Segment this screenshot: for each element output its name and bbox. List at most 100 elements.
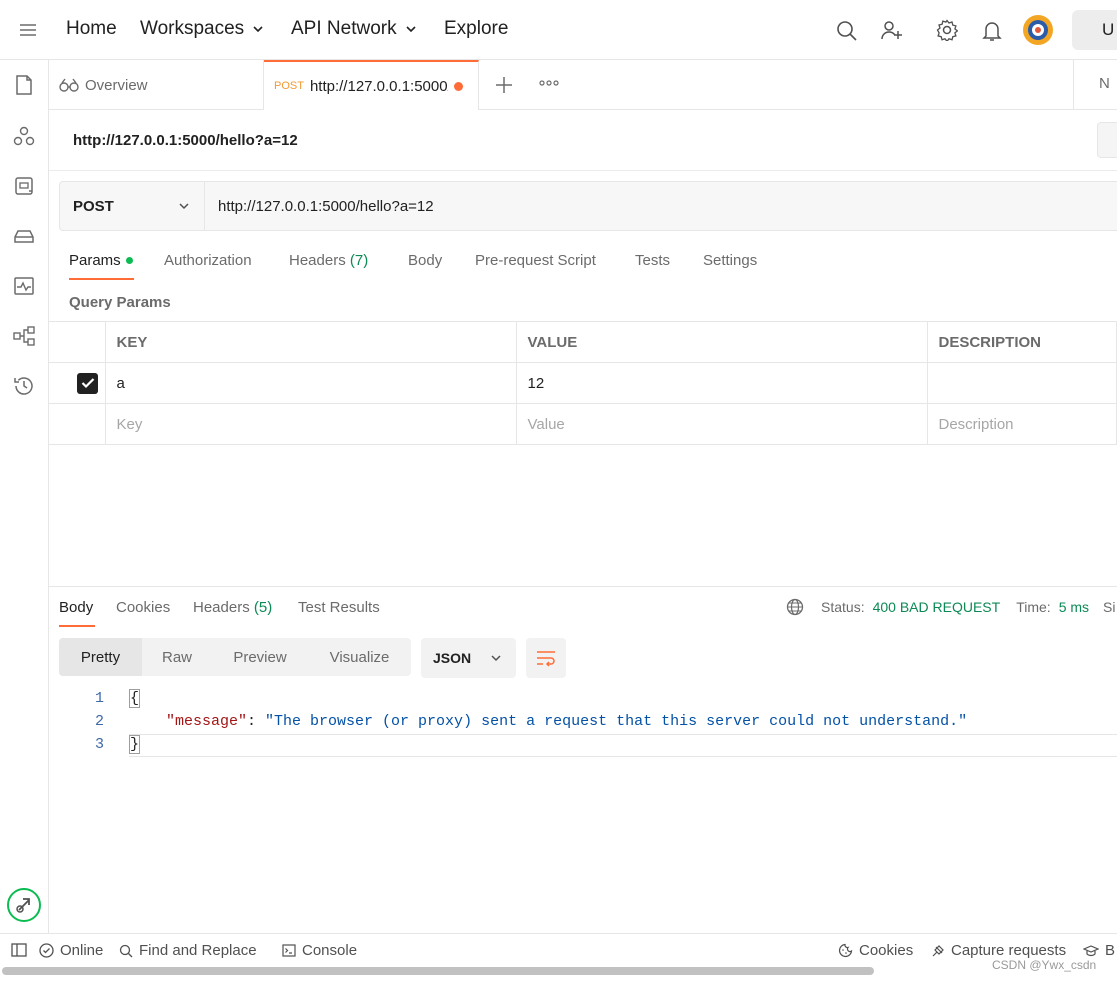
online-status[interactable]: Online bbox=[39, 942, 103, 959]
tab-request-url: http://127.0.0.1:5000/hello?a=12 bbox=[309, 77, 448, 95]
tab-headers[interactable]: Headers (7) bbox=[289, 252, 368, 269]
close-brace: } bbox=[128, 735, 141, 754]
tab-tests[interactable]: Tests bbox=[635, 252, 670, 269]
check-icon bbox=[81, 378, 94, 389]
avatar-icon[interactable] bbox=[1022, 14, 1054, 46]
response-divider[interactable] bbox=[49, 586, 1117, 587]
response-tab-headers-count: (5) bbox=[253, 599, 273, 616]
tab-settings-label: Settings bbox=[703, 252, 758, 269]
tab-body[interactable]: Body bbox=[408, 252, 442, 269]
console-button[interactable]: Console bbox=[282, 942, 357, 959]
environment-selector[interactable]: N bbox=[1073, 60, 1117, 110]
value-placeholder[interactable]: Value bbox=[516, 403, 928, 445]
view-pretty-button[interactable]: Pretty bbox=[59, 638, 142, 676]
status-value[interactable]: 400 BAD REQUEST bbox=[873, 599, 1001, 615]
code-line: 2 "message": "The browser (or proxy) sen… bbox=[59, 713, 1117, 736]
history-icon[interactable] bbox=[13, 375, 35, 397]
collections-icon[interactable] bbox=[13, 74, 35, 96]
column-header-key: KEY bbox=[105, 321, 517, 363]
new-tab-icon[interactable] bbox=[495, 76, 513, 94]
nav-explore[interactable]: Explore bbox=[444, 18, 508, 40]
monitors-icon[interactable] bbox=[13, 275, 35, 297]
horizontal-scrollbar[interactable] bbox=[2, 967, 874, 975]
mock-servers-icon[interactable] bbox=[13, 225, 35, 247]
tab-body-label: Body bbox=[408, 252, 443, 269]
globe-icon[interactable] bbox=[786, 598, 804, 616]
environments-icon[interactable] bbox=[13, 175, 35, 197]
tab-authorization-label: Authorization bbox=[164, 252, 252, 269]
online-label: Online bbox=[60, 942, 104, 959]
format-label: JSON bbox=[433, 650, 472, 666]
cookies-button[interactable]: Cookies bbox=[838, 942, 913, 959]
param-key-cell[interactable]: a bbox=[105, 362, 517, 404]
runner-icon[interactable] bbox=[6, 887, 42, 923]
tab-headers-label: Headers bbox=[289, 252, 346, 269]
response-tab-cookies-label: Cookies bbox=[116, 599, 171, 616]
find-replace-button[interactable]: Find and Replace bbox=[119, 942, 257, 959]
toggle-sidebar-icon[interactable] bbox=[11, 943, 27, 957]
response-tab-body[interactable]: Body bbox=[59, 599, 93, 616]
nav-api-network-label: API Network bbox=[291, 18, 397, 39]
code-line: 3 } bbox=[59, 735, 1117, 759]
row-checkbox[interactable] bbox=[77, 372, 98, 394]
nav-api-network[interactable]: API Network bbox=[291, 18, 417, 40]
flows-icon[interactable] bbox=[13, 325, 35, 347]
response-tab-test-results[interactable]: Test Results bbox=[298, 599, 380, 616]
time-value[interactable]: 5 ms bbox=[1059, 599, 1089, 615]
time-label: Time: bbox=[1016, 599, 1051, 615]
format-select[interactable]: JSON bbox=[421, 638, 516, 678]
code-line: 1 { bbox=[59, 689, 1117, 713]
request-title[interactable]: http://127.0.0.1:5000/hello?a=12 bbox=[73, 132, 298, 149]
capture-requests-button[interactable]: Capture requests bbox=[931, 942, 1066, 959]
row-checkbox-cell bbox=[49, 362, 106, 404]
nav-workspaces[interactable]: Workspaces bbox=[140, 18, 264, 40]
capture-icon bbox=[932, 944, 944, 956]
view-raw-button[interactable]: Raw bbox=[142, 638, 212, 676]
method-label: POST bbox=[73, 197, 114, 215]
response-tab-cookies[interactable]: Cookies bbox=[116, 599, 170, 616]
watermark: CSDN @Ywx_csdn bbox=[992, 958, 1097, 972]
nav-home[interactable]: Home bbox=[66, 18, 117, 40]
more-tabs-icon[interactable] bbox=[539, 79, 559, 87]
gear-icon[interactable] bbox=[936, 19, 958, 41]
url-input[interactable] bbox=[206, 182, 1106, 230]
hamburger-icon[interactable] bbox=[19, 21, 37, 39]
find-replace-label: Find and Replace bbox=[139, 942, 257, 959]
wrap-lines-button[interactable] bbox=[526, 638, 566, 678]
tab-pre-request-script[interactable]: Pre-request Script bbox=[475, 252, 596, 269]
key-placeholder[interactable]: Key bbox=[105, 403, 517, 445]
wrap-lines-icon bbox=[537, 651, 555, 667]
upgrade-button[interactable]: U bbox=[1072, 10, 1117, 50]
save-button[interactable] bbox=[1097, 122, 1117, 158]
bell-icon[interactable] bbox=[982, 20, 1002, 42]
response-status-area: Status: 400 BAD REQUEST Time: 5 ms Si bbox=[786, 598, 1115, 616]
console-label: Console bbox=[302, 942, 358, 959]
table-header-row: KEY VALUE DESCRIPTION bbox=[49, 321, 1117, 363]
tab-authorization[interactable]: Authorization bbox=[164, 252, 252, 269]
divider bbox=[49, 170, 1117, 171]
tab-overview[interactable]: Overview bbox=[49, 60, 264, 110]
description-placeholder[interactable]: Description bbox=[927, 403, 1117, 445]
tab-settings[interactable]: Settings bbox=[703, 252, 757, 269]
param-value-cell[interactable]: 12 bbox=[516, 362, 928, 404]
apis-icon[interactable] bbox=[13, 125, 35, 147]
unsaved-dot-icon bbox=[453, 81, 463, 91]
tab-params[interactable]: Params bbox=[69, 252, 121, 269]
active-tab-underline bbox=[69, 278, 134, 280]
view-preview-button[interactable]: Preview bbox=[212, 638, 308, 676]
response-tab-test-results-label: Test Results bbox=[298, 599, 380, 616]
checkbox-column-header bbox=[49, 321, 106, 363]
param-description-cell[interactable] bbox=[927, 362, 1117, 404]
cookie-icon bbox=[838, 943, 853, 958]
tab-request[interactable]: POST http://127.0.0.1:5000/hello?a=12 bbox=[264, 60, 479, 110]
console-icon bbox=[282, 944, 296, 957]
search-icon[interactable] bbox=[836, 20, 857, 41]
bootcamp-button[interactable]: B bbox=[1083, 942, 1115, 959]
view-visualize-button[interactable]: Visualize bbox=[308, 638, 411, 676]
overview-icon bbox=[59, 78, 79, 92]
method-select[interactable]: POST bbox=[60, 182, 205, 230]
add-user-icon[interactable] bbox=[881, 20, 903, 41]
capture-requests-label: Capture requests bbox=[951, 942, 1067, 959]
params-active-dot-icon bbox=[126, 257, 133, 264]
response-tab-headers[interactable]: Headers (5) bbox=[193, 599, 272, 616]
